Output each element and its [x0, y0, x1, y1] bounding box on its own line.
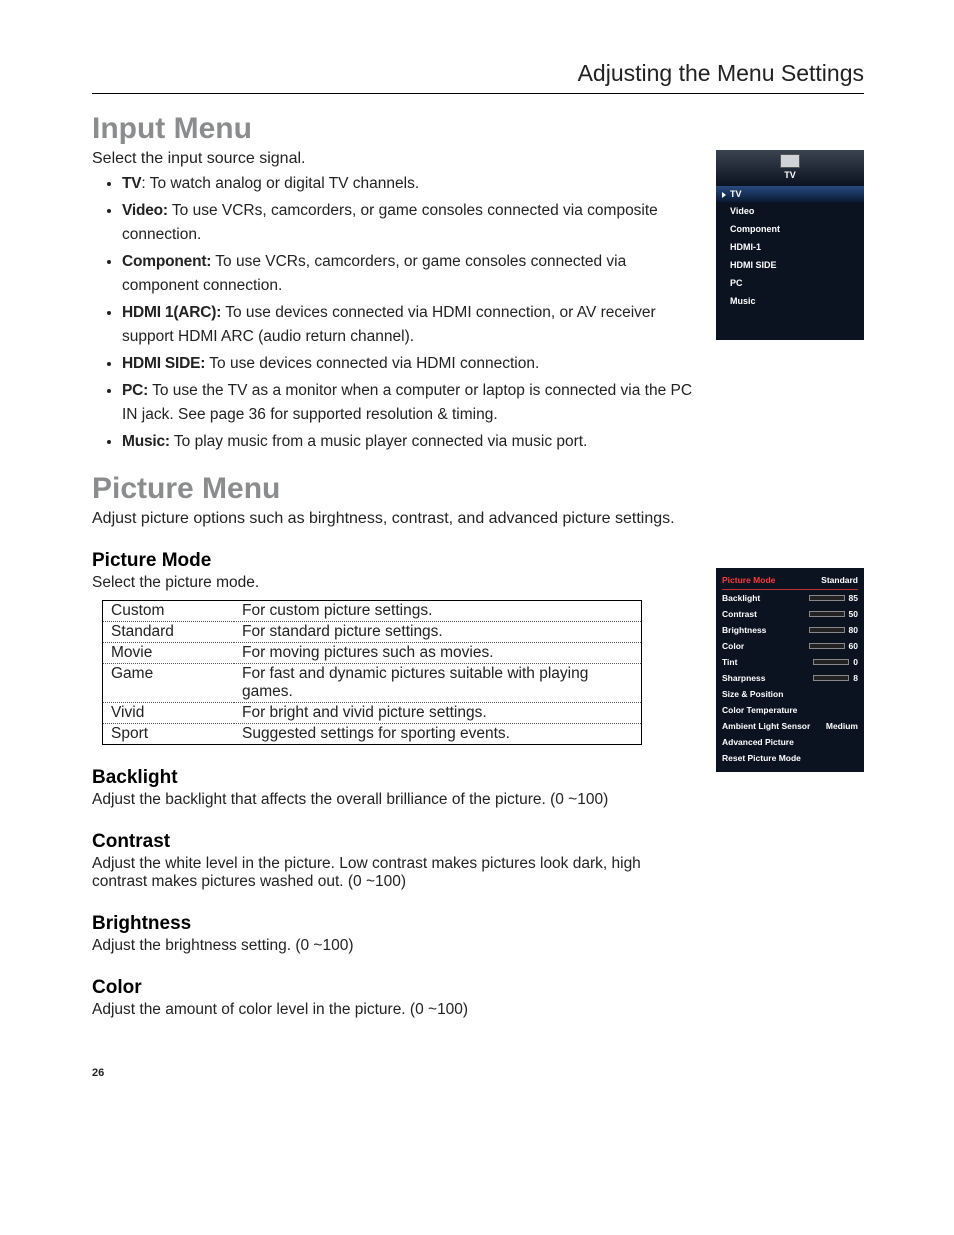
- h2-picture-mode: Picture Mode: [92, 550, 696, 572]
- osd-slider-row: Sharpness 8: [722, 670, 858, 686]
- mode-key: Movie: [103, 643, 235, 664]
- input-item: HDMI 1(ARC): To use devices connected vi…: [122, 301, 696, 349]
- h1-picture-menu: Picture Menu: [92, 472, 864, 506]
- input-item: HDMI SIDE: To use devices connected via …: [122, 352, 696, 376]
- osd-slider-value: 80: [849, 625, 858, 635]
- osd-slider-row: Brightness 80: [722, 622, 858, 638]
- input-intro: Select the input source signal.: [92, 150, 696, 168]
- mode-val: Suggested settings for sporting events.: [234, 724, 642, 745]
- input-item: PC: To use the TV as a monitor when a co…: [122, 379, 696, 427]
- input-item: Music: To play music from a music player…: [122, 430, 696, 454]
- h2-color: Color: [92, 977, 696, 999]
- osd-slider-value: 85: [849, 593, 858, 603]
- mode-key: Sport: [103, 724, 235, 745]
- input-item: TV: To watch analog or digital TV channe…: [122, 172, 696, 196]
- input-osd: TV TV VideoComponentHDMI-1HDMI SIDEPCMus…: [716, 150, 864, 340]
- input-term: PC:: [122, 382, 148, 399]
- h2-backlight: Backlight: [92, 767, 696, 789]
- input-term: HDMI SIDE:: [122, 355, 205, 372]
- osd-picmode-value: Standard: [821, 575, 858, 585]
- h2-contrast: Contrast: [92, 831, 696, 853]
- osd-simple-label: Size & Position: [722, 689, 783, 699]
- h1-input-menu: Input Menu: [92, 112, 864, 146]
- backlight-desc: Adjust the backlight that affects the ov…: [92, 791, 696, 809]
- slider-bar: [813, 659, 849, 665]
- osd-slider-value: 50: [849, 609, 858, 619]
- mode-key: Standard: [103, 622, 235, 643]
- slider-bar: [809, 627, 845, 633]
- slider-bar: [809, 643, 845, 649]
- osd-tail: Advanced Picture Reset Picture Mode: [722, 734, 858, 766]
- picture-osd: Picture Mode Standard Backlight 85 Contras…: [716, 568, 864, 772]
- input-item: Video: To use VCRs, camcorders, or game …: [122, 199, 696, 247]
- osd-slider-row: Tint 0: [722, 654, 858, 670]
- osd-simple-label: Advanced Picture: [722, 737, 794, 747]
- mode-val: For fast and dynamic pictures suitable w…: [234, 664, 642, 703]
- osd-simple: Size & Position Color Temperature: [722, 686, 858, 718]
- mode-val: For moving pictures such as movies.: [234, 643, 642, 664]
- osd-slider-row: Contrast 50: [722, 606, 858, 622]
- osd-slider-label: Brightness: [722, 625, 766, 635]
- tv-icon: [780, 154, 800, 168]
- osd-header: TV: [784, 170, 796, 180]
- mode-val: For custom picture settings.: [234, 601, 642, 622]
- osd-simple-row: Size & Position: [722, 686, 858, 702]
- input-term: TV: [122, 175, 141, 192]
- osd-selected: TV: [716, 186, 864, 202]
- osd-slider-row: Backlight 85: [722, 590, 858, 606]
- osd-simple-row: Reset Picture Mode: [722, 750, 858, 766]
- brightness-desc: Adjust the brightness setting. (0 ~100): [92, 937, 696, 955]
- mode-val: For standard picture settings.: [234, 622, 642, 643]
- input-term: Music:: [122, 433, 170, 450]
- osd-slider-row: Color 60: [722, 638, 858, 654]
- input-term: Component:: [122, 253, 211, 270]
- osd-slider-label: Tint: [722, 657, 737, 667]
- osd-item: Video: [716, 202, 864, 220]
- osd-items: VideoComponentHDMI-1HDMI SIDEPCMusic: [716, 202, 864, 310]
- osd-slider-label: Backlight: [722, 593, 760, 603]
- h2-brightness: Brightness: [92, 913, 696, 935]
- osd-item: HDMI SIDE: [716, 256, 864, 274]
- page-number: 26: [92, 1067, 864, 1079]
- osd-item: Component: [716, 220, 864, 238]
- osd-slider-value: 60: [849, 641, 858, 651]
- slider-bar: [809, 595, 845, 601]
- mode-key: Custom: [103, 601, 235, 622]
- osd-slider-value: 8: [853, 673, 858, 683]
- osd-slider-value: 0: [853, 657, 858, 667]
- input-term: HDMI 1(ARC):: [122, 304, 221, 321]
- osd-simple-row: Advanced Picture: [722, 734, 858, 750]
- slider-bar: [809, 611, 845, 617]
- osd-picmode-label: Picture Mode: [722, 575, 775, 585]
- mode-key: Vivid: [103, 703, 235, 724]
- mode-key: Game: [103, 664, 235, 703]
- osd-simple-row: Color Temperature: [722, 702, 858, 718]
- osd-ambient-value: Medium: [826, 721, 858, 731]
- osd-sliders: Backlight85Contrast50Brightness80Color60…: [722, 590, 858, 686]
- osd-slider-label: Sharpness: [722, 673, 765, 683]
- picture-intro: Adjust picture options such as birghtnes…: [92, 510, 696, 528]
- page-header: Adjusting the Menu Settings: [92, 60, 864, 94]
- color-desc: Adjust the amount of color level in the …: [92, 1001, 696, 1019]
- input-bullets: TV: To watch analog or digital TV channe…: [92, 172, 696, 454]
- osd-slider-label: Color: [722, 641, 744, 651]
- mode-val: For bright and vivid picture settings.: [234, 703, 642, 724]
- osd-slider-label: Contrast: [722, 609, 757, 619]
- input-term: Video:: [122, 202, 168, 219]
- osd-simple-label: Color Temperature: [722, 705, 797, 715]
- slider-bar: [813, 675, 849, 681]
- osd-item: PC: [716, 274, 864, 292]
- contrast-desc: Adjust the white level in the picture. L…: [92, 855, 696, 891]
- osd-simple-label: Reset Picture Mode: [722, 753, 801, 763]
- picture-mode-table: CustomFor custom picture settings.Standa…: [102, 600, 642, 745]
- osd-item: HDMI-1: [716, 238, 864, 256]
- input-item: Component: To use VCRs, camcorders, or g…: [122, 250, 696, 298]
- osd-ambient-label: Ambient Light Sensor: [722, 721, 810, 731]
- picture-mode-intro: Select the picture mode.: [92, 574, 696, 592]
- osd-item: Music: [716, 292, 864, 310]
